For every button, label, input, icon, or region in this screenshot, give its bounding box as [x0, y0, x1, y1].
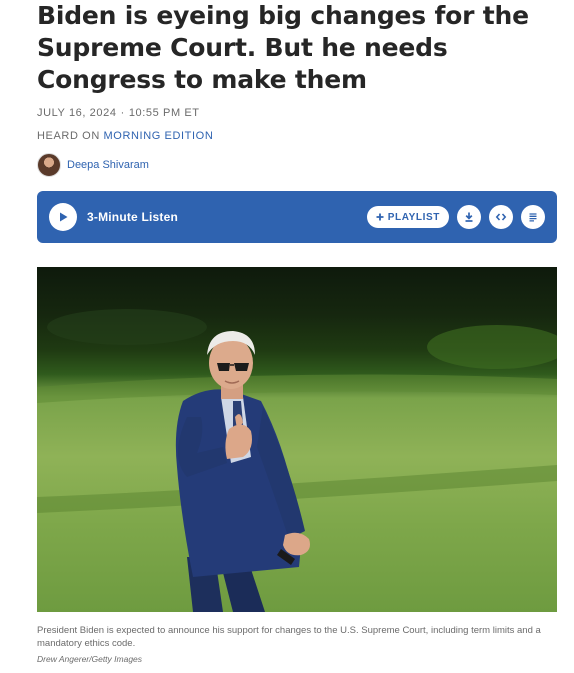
photo-caption: President Biden is expected to announce … — [37, 625, 541, 649]
lead-photo — [37, 267, 557, 612]
heard-on-prefix: HEARD ON — [37, 130, 100, 142]
heard-on: HEARD ON MORNING EDITION — [37, 130, 213, 142]
plus-icon — [376, 213, 384, 221]
download-button[interactable] — [457, 205, 481, 229]
publish-time: 10:55 PM ET — [128, 107, 200, 119]
playlist-label: PLAYLIST — [387, 211, 440, 223]
dateline-separator: · — [120, 107, 125, 119]
article-headline: Biden is eyeing big changes for the Supr… — [37, 1, 529, 94]
publish-date: JULY 16, 2024 — [37, 107, 117, 119]
play-button[interactable] — [49, 203, 77, 231]
embed-icon — [495, 213, 507, 221]
author-link[interactable]: Deepa Shivaram — [67, 159, 149, 171]
play-icon — [60, 212, 68, 222]
author-avatar[interactable] — [37, 153, 61, 177]
photo-credit: Drew Angerer/Getty Images — [37, 654, 143, 664]
dateline: JULY 16, 2024 · 10:55 PM ET — [37, 107, 200, 119]
byline: Deepa Shivaram — [37, 153, 149, 177]
audio-player: 3-Minute Listen PLAYLIST — [37, 191, 557, 243]
download-icon — [465, 212, 473, 222]
add-to-playlist-button[interactable]: PLAYLIST — [366, 206, 449, 228]
program-link[interactable]: MORNING EDITION — [104, 130, 214, 142]
photo-illustration — [37, 309, 557, 612]
transcript-button[interactable] — [521, 205, 545, 229]
transcript-icon — [529, 213, 537, 222]
embed-button[interactable] — [489, 205, 513, 229]
listen-duration-label: 3-Minute Listen — [87, 210, 179, 224]
